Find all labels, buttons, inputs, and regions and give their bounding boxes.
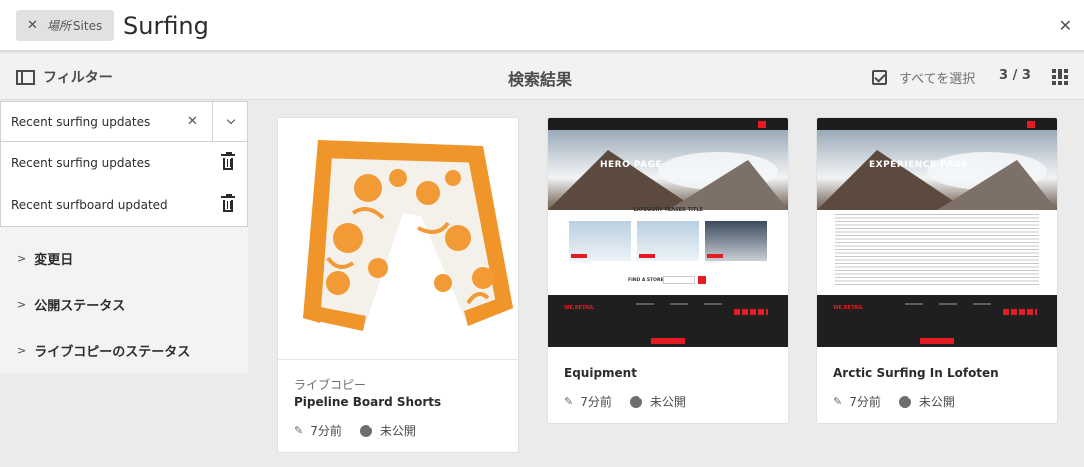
delete-icon[interactable]: [221, 152, 235, 170]
card-title: Pipeline Board Shorts: [294, 395, 442, 409]
chevron-right-icon: >: [17, 252, 27, 265]
close-search-icon[interactable]: ✕: [1059, 16, 1072, 35]
side-rail-icon: [16, 69, 35, 85]
result-card[interactable]: ライブコピー Pipeline Board Shorts ✎ 7分前 未公開: [277, 117, 519, 453]
saved-search-dropdown: Recent surfing updates ✕ Recent surfing …: [0, 101, 248, 227]
option-label: Recent surfboard updated: [11, 198, 168, 212]
publish-status: 未公開: [918, 395, 955, 409]
rail-background: [0, 373, 248, 467]
filter-rail: Recent surfing updates ✕ Recent surfing …: [0, 101, 248, 467]
facet-publish-status[interactable]: > 公開ステータス: [17, 295, 125, 314]
delete-icon[interactable]: [221, 194, 235, 212]
hero-text: EXPERIENCE PAGE: [869, 160, 969, 170]
pencil-icon: ✎: [564, 395, 574, 408]
card-status-row: ✎ 7分前 未公開: [833, 393, 955, 410]
checkbox-icon: [872, 70, 887, 85]
globe-icon: [629, 393, 644, 408]
publish-status: 未公開: [649, 395, 686, 409]
card-status-row: ✎ 7分前 未公開: [294, 422, 416, 439]
card-title: Equipment: [564, 366, 637, 380]
card-title: Arctic Surfing In Lofoten: [833, 366, 999, 380]
modified-time: 7分前: [849, 395, 881, 409]
globe-icon: [898, 393, 913, 408]
facet-label: ライブコピーのステータス: [34, 345, 191, 360]
facet-label: 公開ステータス: [34, 299, 126, 314]
facet-modified-date[interactable]: > 変更日: [17, 249, 73, 268]
card-type-label: ライブコピー: [294, 378, 367, 392]
pencil-icon: ✎: [294, 424, 304, 437]
filter-label: フィルター: [43, 70, 113, 86]
select-all-button[interactable]: すべてを選択: [872, 68, 975, 87]
selection-count: 3 / 3: [999, 68, 1031, 83]
globe-icon: [359, 422, 374, 437]
page-title: 検索結果: [508, 70, 573, 89]
modified-time: 7分前: [580, 395, 612, 409]
result-card[interactable]: EXPERIENCE PAGE WE.RETAIL Arctic Surfing…: [816, 117, 1058, 424]
search-bar: ✕ 場所 Sites Surfing ✕: [0, 0, 1084, 52]
find-store-label: FIND A STORE: [628, 278, 664, 283]
saved-search-option[interactable]: Recent surfboard updated: [1, 184, 247, 226]
card-thumbnail: [278, 118, 518, 359]
option-label: Recent surfing updates: [11, 156, 151, 170]
remove-tag-icon[interactable]: ✕: [27, 18, 38, 33]
saved-search-value[interactable]: Recent surfing updates: [1, 115, 247, 129]
facet-label: 変更日: [34, 253, 74, 268]
modified-time: 7分前: [310, 424, 342, 438]
pencil-icon: ✎: [833, 395, 843, 408]
chevron-right-icon: >: [17, 344, 27, 357]
saved-search-combobox[interactable]: Recent surfing updates ✕: [1, 102, 247, 142]
location-tag[interactable]: ✕ 場所 Sites: [16, 10, 114, 41]
saved-search-option[interactable]: Recent surfing updates: [1, 142, 247, 184]
card-status-row: ✎ 7分前 未公開: [564, 393, 686, 410]
hero-text: HERO PAGE: [600, 160, 663, 170]
card-thumbnail: EXPERIENCE PAGE WE.RETAIL: [817, 118, 1057, 347]
publish-status: 未公開: [379, 424, 416, 438]
dropdown-toggle[interactable]: [212, 102, 248, 141]
filter-toggle-button[interactable]: フィルター: [16, 67, 113, 87]
result-card[interactable]: HERO PAGE CATEGORY TEASER TITLE FIND A S…: [547, 117, 789, 424]
select-all-label: すべてを選択: [899, 72, 976, 87]
facet-livecopy-status[interactable]: > ライブコピーのステータス: [17, 341, 190, 360]
board-shorts-image: [303, 140, 513, 331]
results-toolbar: フィルター 検索結果 すべてを選択 3 / 3: [0, 54, 1084, 100]
search-input[interactable]: Surfing: [123, 12, 209, 40]
card-view-icon[interactable]: [1052, 69, 1068, 85]
tag-location-label: 場所: [46, 19, 71, 33]
card-thumbnail: HERO PAGE CATEGORY TEASER TITLE FIND A S…: [548, 118, 788, 347]
tag-value: Sites: [72, 18, 103, 33]
section-title: CATEGORY TEASER TITLE: [633, 207, 703, 213]
chevron-down-icon: [226, 115, 235, 124]
clear-icon[interactable]: ✕: [187, 114, 198, 129]
chevron-right-icon: >: [17, 298, 27, 311]
